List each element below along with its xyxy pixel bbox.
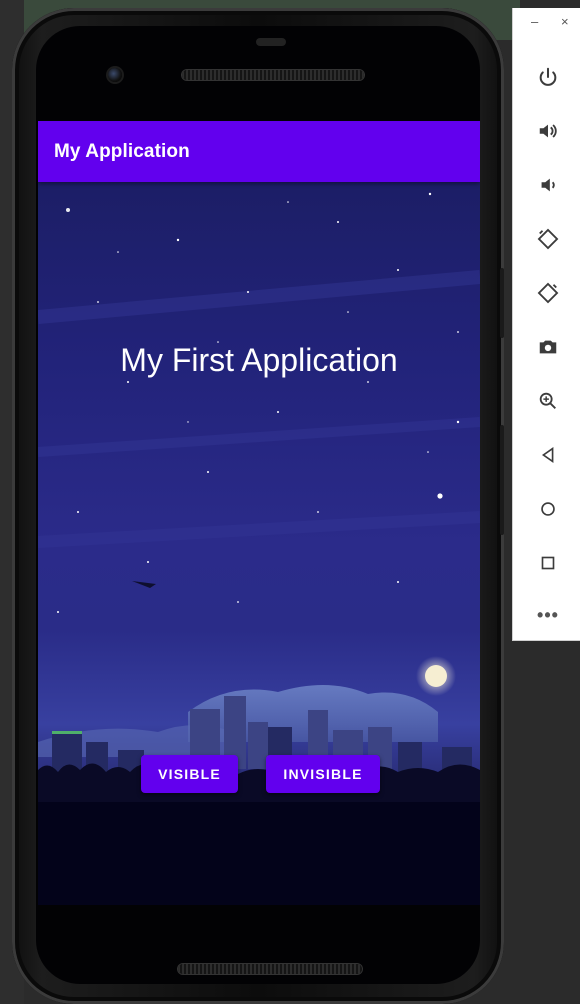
device-screen: My Application My First Application VISI… xyxy=(38,121,480,905)
more-icon[interactable]: ••• xyxy=(531,598,565,632)
earpiece-speaker xyxy=(182,70,364,80)
visible-button[interactable]: VISIBLE xyxy=(141,755,238,793)
emulator-toolbar: – × ••• xyxy=(512,8,580,641)
power-side-button xyxy=(500,268,504,338)
close-button[interactable]: × xyxy=(561,14,569,29)
volume-side-button xyxy=(500,425,504,535)
volume-down-icon[interactable] xyxy=(531,168,565,202)
top-sensor xyxy=(256,38,286,46)
zoom-icon[interactable] xyxy=(531,384,565,418)
app-title: My Application xyxy=(54,141,190,162)
home-icon[interactable] xyxy=(531,492,565,526)
headline-text: My First Application xyxy=(120,342,398,378)
stars xyxy=(57,192,460,613)
front-camera-icon xyxy=(108,68,122,82)
moon xyxy=(425,665,447,687)
power-icon[interactable] xyxy=(531,60,565,94)
rotate-right-icon[interactable] xyxy=(531,276,565,310)
rotate-left-icon[interactable] xyxy=(531,222,565,256)
volume-up-icon[interactable] xyxy=(531,114,565,148)
main-content: My First Application VISIBLE INVISIBLE xyxy=(38,182,480,905)
overview-icon[interactable] xyxy=(531,546,565,580)
invisible-button[interactable]: INVISIBLE xyxy=(266,755,380,793)
bottom-speaker xyxy=(178,964,362,974)
airplane-silhouette xyxy=(132,581,156,588)
minimize-button[interactable]: – xyxy=(531,14,538,29)
night-city-background xyxy=(38,192,480,905)
camera-icon[interactable] xyxy=(531,330,565,364)
back-icon[interactable] xyxy=(531,438,565,472)
app-bar: My Application xyxy=(38,121,480,182)
